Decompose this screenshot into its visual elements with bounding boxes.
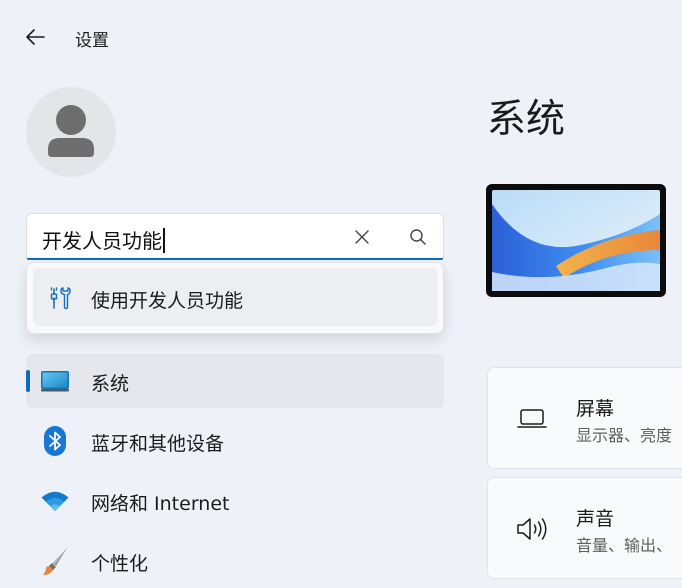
sidebar-item-system[interactable]: 系统 xyxy=(26,354,444,408)
card-description: 显示器、亮度 xyxy=(576,426,673,445)
sidebar-item-personalization[interactable]: 个性化 xyxy=(26,534,444,588)
search-input[interactable]: 开发人员功能 xyxy=(26,213,444,260)
search-icon xyxy=(410,229,426,245)
paintbrush-icon xyxy=(40,547,70,575)
search-suggestions: 使用开发人员功能 xyxy=(26,262,444,334)
device-image xyxy=(486,184,666,297)
sidebar-item-label: 个性化 xyxy=(91,553,149,575)
user-icon xyxy=(48,105,94,157)
suggestion-item[interactable]: 使用开发人员功能 xyxy=(33,268,437,326)
speaker-icon xyxy=(514,516,550,542)
page-title: 系统 xyxy=(487,97,566,142)
back-arrow-icon xyxy=(26,29,45,45)
system-display-icon xyxy=(40,367,70,395)
card-description: 音量、输出、 xyxy=(576,536,673,555)
sidebar-item-network[interactable]: 网络和 Internet xyxy=(26,474,444,528)
title-bar: 设置 xyxy=(0,0,682,72)
text-caret xyxy=(163,228,165,253)
card-title: 屏幕 xyxy=(576,398,615,420)
suggestion-label: 使用开发人员功能 xyxy=(91,290,244,312)
laptop-icon xyxy=(514,406,550,432)
sidebar-item-bluetooth[interactable]: 蓝牙和其他设备 xyxy=(26,414,444,468)
clear-search-button[interactable] xyxy=(347,224,377,250)
sidebar-item-label: 蓝牙和其他设备 xyxy=(91,433,225,455)
settings-card-sound[interactable]: 声音 音量、输出、 xyxy=(487,477,682,579)
search-button[interactable] xyxy=(403,224,433,250)
wifi-icon xyxy=(40,487,70,515)
developer-tools-icon xyxy=(49,286,71,314)
back-button[interactable] xyxy=(20,22,50,52)
bluetooth-icon xyxy=(40,426,70,456)
close-icon xyxy=(355,230,369,244)
settings-card-display[interactable]: 屏幕 显示器、亮度 xyxy=(487,367,682,469)
search-input-text[interactable]: 开发人员功能 xyxy=(42,225,165,254)
user-avatar[interactable] xyxy=(26,87,116,177)
card-title: 声音 xyxy=(576,508,615,530)
selection-indicator xyxy=(26,370,30,392)
sidebar-item-label: 网络和 Internet xyxy=(91,493,230,515)
app-title: 设置 xyxy=(75,31,109,51)
sidebar-item-label: 系统 xyxy=(91,373,130,395)
